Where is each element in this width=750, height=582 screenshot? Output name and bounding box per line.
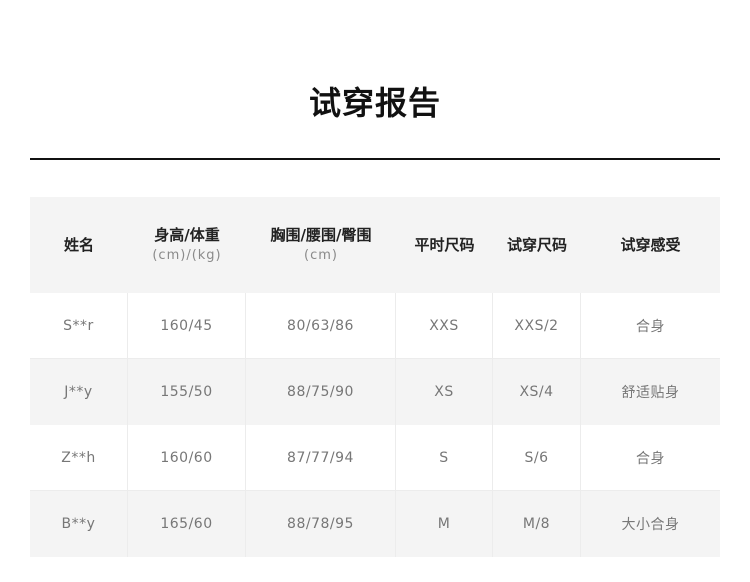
table-row: B**y 165/60 88/78/95 M M/8 大小合身	[30, 491, 720, 557]
cell-measurements: 87/77/94	[246, 425, 396, 491]
header-usual-size: 平时尺码	[396, 197, 493, 293]
cell-measurements-value: 88/78/95	[287, 516, 354, 532]
cell-tried-size: XS/4	[493, 359, 581, 425]
cell-usual-size: XXS	[396, 293, 493, 359]
table-row: J**y 155/50 88/75/90 XS XS/4 舒适贴身	[30, 359, 720, 425]
cell-name-value: J**y	[64, 384, 93, 400]
cell-usual-size-value: XXS	[429, 317, 459, 334]
title-divider	[30, 158, 720, 160]
cell-feeling: 大小合身	[581, 491, 720, 557]
cell-height-weight: 160/60	[128, 425, 246, 491]
header-height-weight-unit: (cm)/(kg)	[152, 248, 222, 263]
cell-name: S**r	[30, 293, 128, 359]
cell-measurements: 80/63/86	[246, 293, 396, 359]
header-name-label: 姓名	[63, 236, 94, 254]
cell-feeling: 舒适贴身	[581, 359, 720, 425]
cell-measurements-value: 80/63/86	[287, 317, 354, 334]
cell-usual-size: S	[396, 425, 493, 491]
cell-tried-size: S/6	[493, 425, 581, 491]
header-height-weight: 身高/体重 (cm)/(kg)	[128, 197, 246, 293]
cell-feeling-value: 舒适贴身	[621, 385, 680, 401]
cell-feeling: 合身	[581, 425, 720, 491]
header-measurements-unit: (cm)	[304, 248, 338, 263]
cell-tried-size-value: XXS/2	[514, 317, 559, 334]
cell-name: J**y	[30, 359, 128, 425]
cell-usual-size-value: S	[439, 449, 449, 466]
cell-measurements-value: 88/75/90	[287, 384, 354, 400]
cell-measurements-value: 87/77/94	[287, 449, 354, 466]
cell-tried-size-value: XS/4	[519, 384, 554, 400]
table-row: S**r 160/45 80/63/86 XXS XXS/2 合身	[30, 293, 720, 359]
cell-measurements: 88/75/90	[246, 359, 396, 425]
header-usual-size-label: 平时尺码	[414, 236, 475, 254]
table-row: Z**h 160/60 87/77/94 S S/6 合身	[30, 425, 720, 491]
cell-height-weight-value: 160/60	[160, 449, 213, 466]
header-tried-size-label: 试穿尺码	[506, 236, 567, 254]
fitting-report-table: 姓名 身高/体重 (cm)/(kg) 胸围/腰围/臀围 (cm) 平时尺码 试穿…	[30, 197, 720, 557]
cell-name-value: B**y	[61, 516, 96, 532]
cell-height-weight-value: 155/50	[160, 384, 213, 400]
cell-name: B**y	[30, 491, 128, 557]
header-measurements: 胸围/腰围/臀围 (cm)	[246, 197, 396, 293]
cell-height-weight-value: 160/45	[160, 317, 213, 334]
cell-usual-size: M	[396, 491, 493, 557]
cell-height-weight-value: 165/60	[160, 516, 213, 532]
page-title: 试穿报告	[308, 84, 441, 122]
cell-name: Z**h	[30, 425, 128, 491]
cell-feeling-value: 大小合身	[621, 517, 680, 533]
cell-tried-size-value: M/8	[522, 516, 551, 532]
cell-height-weight: 165/60	[128, 491, 246, 557]
cell-feeling: 合身	[581, 293, 720, 359]
cell-measurements: 88/78/95	[246, 491, 396, 557]
cell-usual-size-value: M	[437, 516, 451, 532]
cell-tried-size: M/8	[493, 491, 581, 557]
cell-feeling-value: 合身	[636, 318, 665, 335]
header-name: 姓名	[30, 197, 128, 293]
cell-feeling-value: 合身	[636, 450, 665, 467]
header-feeling: 试穿感受	[581, 197, 720, 293]
cell-usual-size: XS	[396, 359, 493, 425]
cell-name-value: Z**h	[61, 449, 96, 466]
table-header-row: 姓名 身高/体重 (cm)/(kg) 胸围/腰围/臀围 (cm) 平时尺码 试穿…	[30, 197, 720, 293]
cell-height-weight: 160/45	[128, 293, 246, 359]
header-feeling-label: 试穿感受	[620, 236, 681, 254]
cell-usual-size-value: XS	[434, 384, 454, 400]
header-height-weight-label: 身高/体重	[154, 226, 220, 244]
cell-height-weight: 155/50	[128, 359, 246, 425]
cell-tried-size: XXS/2	[493, 293, 581, 359]
header-tried-size: 试穿尺码	[493, 197, 581, 293]
header-measurements-label: 胸围/腰围/臀围	[270, 226, 372, 244]
cell-tried-size-value: S/6	[524, 449, 549, 466]
cell-name-value: S**r	[63, 317, 94, 334]
